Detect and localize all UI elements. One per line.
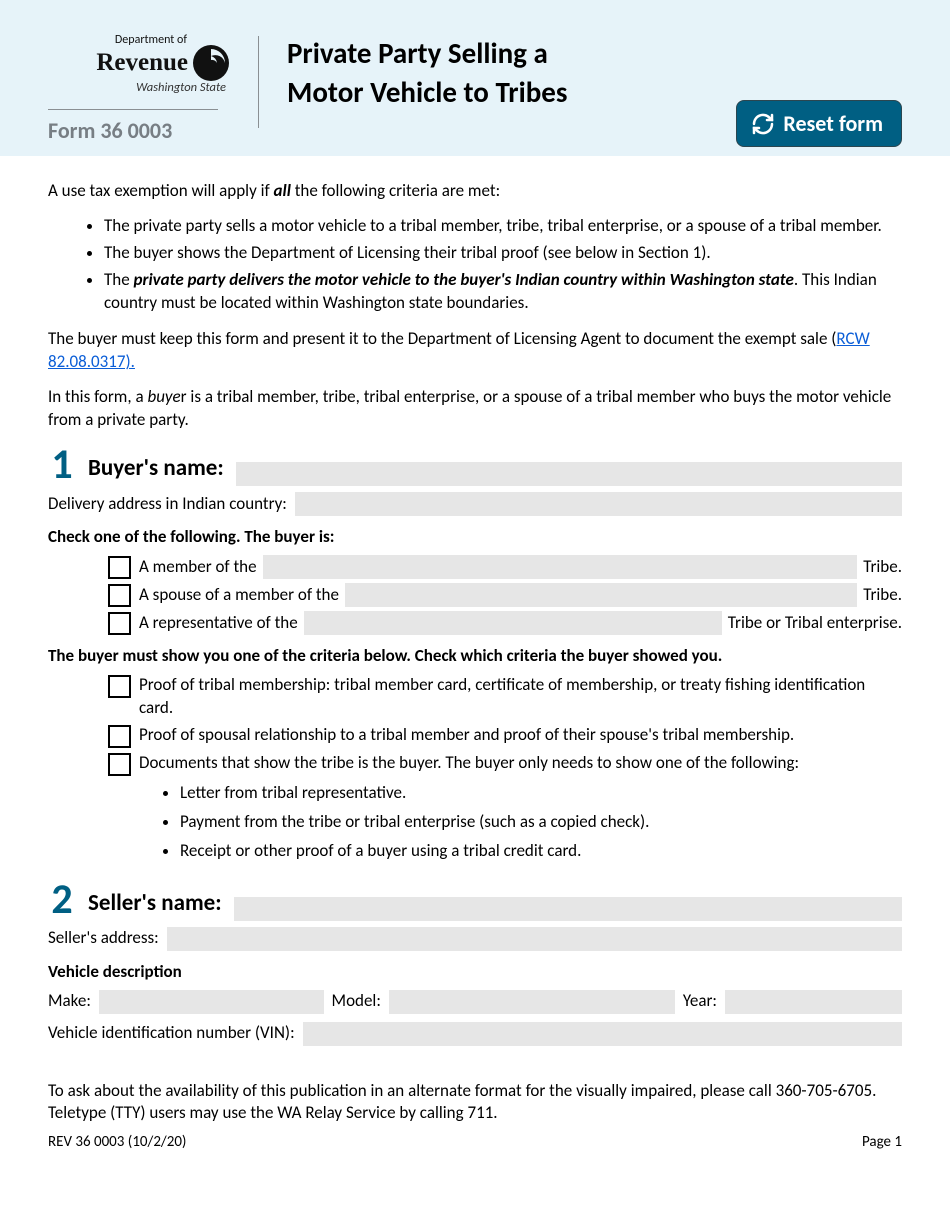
agency-logo-block: Department of Revenue Washington State [48, 32, 248, 97]
criteria-membership-row: Proof of tribal membership: tribal membe… [108, 674, 902, 720]
vehicle-make-model-year-row: Make: Model: Year: [48, 990, 902, 1014]
buyer-type-spouse-checkbox[interactable] [108, 584, 131, 607]
buyer-def-pre: In this form, a [48, 386, 147, 407]
sub-payment: Payment from the tribe or tribal enterpr… [180, 811, 902, 834]
footer-bar: REV 36 0003 (10/2/20) Page 1 [0, 1130, 950, 1166]
sub-letter: Letter from tribal representative. [180, 782, 902, 805]
keep-form-paragraph: The buyer must keep this form and presen… [48, 328, 902, 374]
logo-column: Department of Revenue Washington State F… [48, 28, 248, 146]
wa-state-text: Washington State [48, 80, 230, 97]
buyers-name-field[interactable] [236, 462, 902, 486]
buyer-type-spouse-tail: Tribe. [863, 584, 902, 607]
buyer-type-spouse-label: A spouse of a member of the [139, 584, 339, 607]
buyer-type-rep-checkbox[interactable] [108, 612, 131, 635]
buyer-type-member-checkbox[interactable] [108, 556, 131, 579]
seller-address-line: Seller's address: [48, 927, 902, 951]
intro-lead-pre: A use tax exemption will apply if [48, 180, 274, 201]
section-2-number: 2 [48, 879, 76, 921]
intro-lead-tail: the following criteria are met: [291, 180, 500, 201]
year-label: Year: [683, 990, 717, 1013]
buyer-type-rep-tail: Tribe or Tribal enterprise. [728, 612, 902, 635]
make-field[interactable] [99, 990, 324, 1014]
bullet-2: The buyer shows the Department of Licens… [104, 242, 902, 265]
vin-row: Vehicle identification number (VIN): [48, 1022, 902, 1046]
form-number: Form 36 0003 [48, 109, 218, 146]
bullet-3-bold: private party delivers the motor vehicle… [134, 269, 794, 290]
seller-address-field[interactable] [167, 927, 902, 951]
accessibility-note: To ask about the availability of this pu… [48, 1080, 902, 1124]
intro-lead: A use tax exemption will apply if all th… [48, 180, 902, 203]
vin-field[interactable] [303, 1022, 902, 1046]
bullet-1: The private party sells a motor vehicle … [104, 215, 902, 238]
criteria-spousal-checkbox[interactable] [108, 725, 131, 748]
criteria-spousal-text: Proof of spousal relationship to a triba… [139, 724, 902, 747]
check-one-heading: Check one of the following. The buyer is… [48, 526, 902, 549]
title-line-1: Private Party Selling a [287, 35, 548, 71]
buyer-type-rep-tribe-field[interactable] [304, 611, 722, 635]
title-line-2: Motor Vehicle to Tribes [287, 74, 567, 110]
year-field[interactable] [725, 990, 902, 1014]
buyer-def-italic: buye [147, 386, 180, 407]
delivery-address-field[interactable] [295, 492, 902, 516]
reset-label: Reset form [783, 110, 883, 137]
tribe-docs-sublist: Letter from tribal representative. Payme… [48, 782, 902, 863]
sub-receipt: Receipt or other proof of a buyer using … [180, 840, 902, 863]
section-2-header: 2 Seller's name: [48, 879, 902, 921]
vin-label: Vehicle identification number (VIN): [48, 1022, 295, 1045]
buyer-type-spouse-row: A spouse of a member of the Tribe. [108, 583, 902, 607]
section-1-label: Buyer's name: [88, 453, 224, 486]
header-divider [258, 36, 259, 128]
delivery-address-label: Delivery address in Indian country: [48, 493, 287, 516]
refresh-icon [751, 112, 775, 136]
section-1-header: 1 Buyer's name: [48, 444, 902, 486]
bullet-3: The private party delivers the motor veh… [104, 269, 902, 315]
footer-rev: REV 36 0003 (10/2/20) [48, 1132, 186, 1152]
section-2-label: Seller's name: [88, 888, 222, 921]
model-label: Model: [332, 990, 381, 1013]
buyer-type-member-tail: Tribe. [863, 556, 902, 579]
buyer-type-rep-row: A representative of the Tribe or Tribal … [108, 611, 902, 635]
criteria-heading: The buyer must show you one of the crite… [48, 645, 902, 668]
section-1-number: 1 [48, 444, 76, 486]
buyer-type-member-row: A member of the Tribe. [108, 555, 902, 579]
swirl-icon [192, 44, 230, 82]
header-band: Department of Revenue Washington State F… [0, 0, 950, 156]
sellers-name-field[interactable] [234, 897, 902, 921]
buyer-definition: In this form, a buyer is a tribal member… [48, 386, 902, 432]
seller-address-label: Seller's address: [48, 927, 159, 950]
model-field[interactable] [389, 990, 675, 1014]
revenue-word: Revenue [96, 46, 188, 80]
buyer-type-spouse-tribe-field[interactable] [345, 583, 857, 607]
buyer-type-rep-label: A representative of the [139, 612, 298, 635]
criteria-membership-text: Proof of tribal membership: tribal membe… [139, 674, 902, 720]
buyer-type-member-tribe-field[interactable] [263, 555, 858, 579]
intro-lead-bold: all [274, 180, 291, 201]
content: A use tax exemption will apply if all th… [0, 156, 950, 1062]
criteria-tribe-buyer-checkbox[interactable] [108, 753, 131, 776]
buyer-type-member-label: A member of the [139, 556, 257, 579]
delivery-address-line: Delivery address in Indian country: [48, 492, 902, 516]
criteria-membership-checkbox[interactable] [108, 675, 131, 698]
criteria-spousal-row: Proof of spousal relationship to a triba… [108, 724, 902, 748]
footer-page: Page 1 [862, 1132, 902, 1152]
criteria-bullet-list: The private party sells a motor vehicle … [48, 215, 902, 315]
revenue-row: Revenue [48, 44, 230, 82]
keep-pre: The buyer must keep this form and presen… [48, 328, 836, 349]
reset-form-button[interactable]: Reset form [736, 100, 902, 147]
bullet-3-pre: The [104, 269, 134, 290]
criteria-tribe-buyer-row: Documents that show the tribe is the buy… [108, 752, 902, 776]
make-label: Make: [48, 990, 91, 1013]
criteria-tribe-buyer-text: Documents that show the tribe is the buy… [139, 752, 902, 775]
vehicle-description-heading: Vehicle description [48, 961, 902, 984]
